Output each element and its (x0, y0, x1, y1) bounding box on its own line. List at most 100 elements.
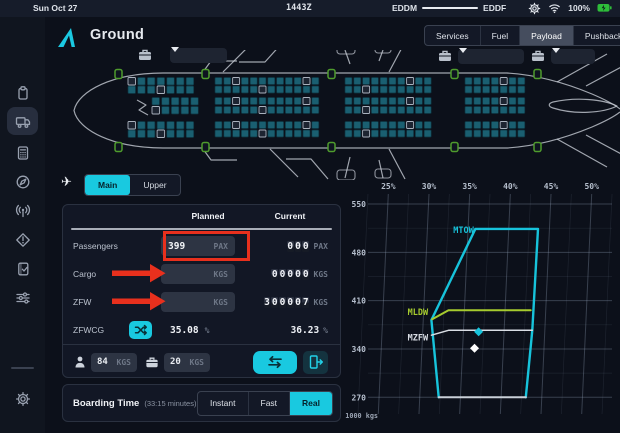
planned-unit: % (205, 326, 210, 335)
sidebar-item-ground-services[interactable] (7, 107, 38, 135)
payload-panel: Planned Current Passengers 399 PAX 000 P… (62, 204, 341, 378)
status-date: Sun Oct 27 (33, 3, 77, 13)
chevron-down-icon (171, 47, 179, 52)
table-row-passengers: Passengers 399 PAX 000 PAX (63, 232, 340, 260)
cg-envelope-chart: 25%30%35%40%45%50%550480410340270x 1000 … (345, 178, 620, 433)
tab-fuel[interactable]: Fuel (480, 26, 520, 45)
sidebar-item-calculator[interactable] (7, 139, 38, 167)
page-tabs: Services Fuel Payload Pushback (424, 25, 620, 46)
sidebar (0, 17, 45, 433)
current-unit: PAX (314, 242, 328, 251)
row-label: ZFWCG (63, 325, 107, 335)
boarding-time-panel: Boarding Time (33:15 minutes) Instant Fa… (62, 384, 341, 422)
tab-services[interactable]: Services (425, 26, 480, 45)
zfw-planned-input[interactable]: KGS (161, 292, 235, 312)
route-progress-line (422, 7, 478, 9)
zfwcg-current-value: 36.23 % (291, 325, 328, 336)
tab-pushback[interactable]: Pushback (573, 26, 620, 45)
table-header: Planned Current (63, 211, 340, 227)
svg-text:270: 270 (352, 393, 367, 402)
battery-icon (597, 3, 612, 13)
table-row-zfwcg: ZFWCG 35.08 % 36.23 % (63, 316, 340, 344)
cargo-hold-value[interactable] (458, 49, 524, 64)
cargo-current-value: 00000 KGS (271, 269, 328, 280)
sidebar-item-checklist[interactable] (7, 255, 38, 283)
status-bar: Sun Oct 27 1443Z EDDM EDDF 100% (0, 0, 620, 17)
planned-unit: KGS (214, 298, 228, 307)
sliders-icon (15, 290, 31, 306)
status-icons: 100% (528, 2, 612, 15)
compass-icon (15, 174, 31, 190)
wifi-icon (548, 2, 561, 14)
svg-text:45%: 45% (544, 182, 559, 191)
door-exit-icon (308, 354, 324, 370)
pax-weight-unit: KGS (117, 358, 131, 367)
doors-button[interactable] (303, 351, 328, 374)
boarding-option-fast[interactable]: Fast (248, 392, 290, 415)
boarding-duration: (33:15 minutes) (144, 399, 196, 408)
bag-weight-input[interactable]: 20 KGS (164, 353, 210, 372)
checklist-icon (15, 261, 31, 277)
boarding-option-instant[interactable]: Instant (198, 392, 248, 415)
sidebar-item-navigation[interactable] (7, 168, 38, 196)
briefcase-icon (530, 48, 546, 64)
current-value: 000 (286, 241, 309, 252)
aircraft-seatmap[interactable] (45, 50, 620, 180)
bag-weight-value: 20 (170, 357, 181, 367)
route-origin: EDDM (392, 3, 417, 13)
table-row-cargo: Cargo KGS 00000 KGS (63, 260, 340, 288)
svg-text:MLDW: MLDW (408, 308, 429, 318)
planned-value: 399 (168, 241, 185, 252)
tab-deck-main[interactable]: Main (85, 175, 130, 195)
sidebar-item-settings[interactable] (7, 385, 38, 413)
column-current: Current (246, 211, 334, 221)
efb-screen: Sun Oct 27 1443Z EDDM EDDF 100% (0, 0, 620, 433)
svg-text:50%: 50% (584, 182, 599, 191)
planned-unit: PAX (214, 242, 228, 251)
sidebar-divider (11, 367, 34, 369)
sidebar-item-documents[interactable] (7, 79, 38, 107)
pax-weight-input[interactable]: 84 KGS (91, 353, 137, 372)
svg-text:480: 480 (352, 248, 367, 257)
gear-icon[interactable] (528, 2, 541, 15)
cargo-hold-selector-fwd[interactable] (137, 47, 227, 63)
svg-text:MZFW: MZFW (408, 334, 429, 344)
cargo-hold-selector-bulk[interactable] (530, 48, 595, 64)
bag-weight-unit: KGS (190, 358, 204, 367)
airline-logo-icon (55, 26, 79, 49)
battery-percent: 100% (568, 3, 590, 13)
airplane-icon: ✈ (61, 174, 72, 190)
tab-payload[interactable]: Payload (519, 26, 573, 45)
planned-unit: KGS (214, 270, 228, 279)
unit-weights-row: 84 KGS 20 KGS (63, 344, 340, 379)
boarding-speed-options: Instant Fast Real (197, 391, 333, 416)
svg-text:30%: 30% (422, 182, 437, 191)
current-unit: KGS (314, 298, 328, 307)
zfwcg-shuffle-toggle[interactable] (129, 321, 152, 339)
briefcase-icon (437, 48, 453, 64)
deck-tabs: Main Upper (84, 174, 181, 196)
cargo-hold-selector-aft[interactable] (437, 48, 524, 64)
svg-text:40%: 40% (503, 182, 518, 191)
zfw-current-value: 300007 KGS (263, 297, 328, 308)
pax-weight-value: 84 (97, 357, 108, 367)
sidebar-item-alerts[interactable] (7, 226, 38, 254)
antenna-icon (15, 203, 31, 219)
clipboard-icon (15, 85, 31, 101)
boarding-option-real[interactable]: Real (289, 392, 332, 415)
row-label: ZFW (63, 297, 161, 307)
passengers-planned-input[interactable]: 399 PAX (161, 236, 235, 256)
sidebar-item-options[interactable] (7, 284, 38, 312)
tab-deck-upper[interactable]: Upper (130, 175, 179, 195)
svg-text:340: 340 (352, 345, 367, 354)
chevron-down-icon (552, 48, 560, 53)
sidebar-item-radio[interactable] (7, 197, 38, 225)
person-icon (73, 355, 87, 369)
svg-text:x 1000 kgs: x 1000 kgs (345, 412, 378, 420)
cargo-planned-input[interactable]: KGS (161, 264, 235, 284)
shuffle-icon (134, 324, 148, 336)
header-rule (71, 228, 332, 230)
transfer-payload-button[interactable] (253, 351, 297, 374)
current-value: 300007 (263, 297, 309, 308)
status-time: 1443Z (286, 3, 312, 13)
